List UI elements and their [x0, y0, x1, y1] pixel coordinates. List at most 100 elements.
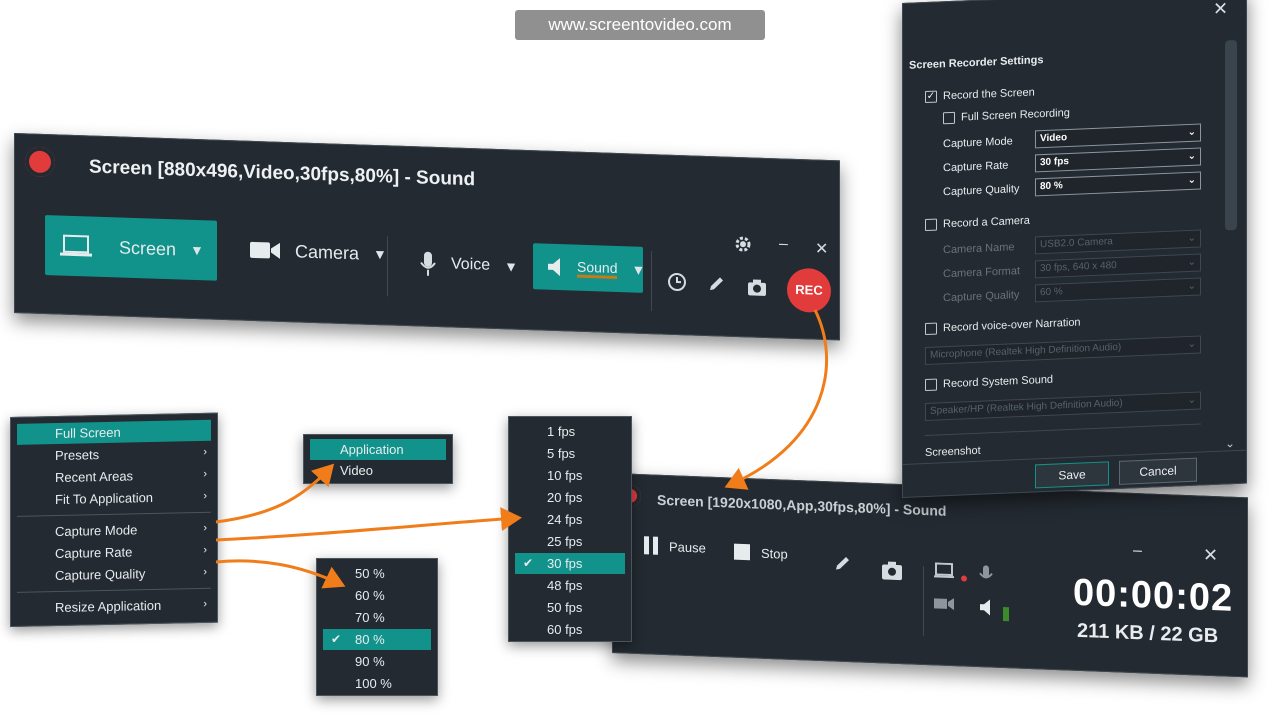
camera-name-select[interactable]: USB2.0 Camera ⌄	[1035, 229, 1201, 255]
recording-toolbar: Screen [1920x1080,App,30fps,80%] - Sound…	[612, 473, 1248, 678]
arrow-to-capture-rate-icon	[215, 507, 522, 542]
menu-item-90-percent[interactable]: 90 %	[323, 651, 431, 672]
chevron-down-icon[interactable]: ▼	[631, 261, 645, 277]
capture-mode-submenu: Application ✔ Video	[303, 434, 453, 484]
pause-button[interactable]: Pause	[643, 535, 706, 557]
voice-device-select[interactable]: Microphone (Realtek High Definition Audi…	[925, 335, 1201, 366]
sound-level-indicator	[1003, 607, 1009, 622]
rec-button[interactable]: REC	[787, 267, 831, 314]
menu-item-30-fps[interactable]: ✔ 30 fps	[515, 553, 625, 574]
sound-label: Sound	[577, 258, 618, 279]
close-icon[interactable]: ✕	[815, 239, 828, 259]
menu-item-50-percent[interactable]: 50 %	[323, 563, 431, 584]
menu-item-recent-areas[interactable]: Recent Areas ›	[17, 464, 211, 489]
record-camera-checkbox[interactable]: Record a Camera	[925, 215, 1030, 232]
camera-format-select[interactable]: 30 fps, 640 x 480 ⌄	[1035, 253, 1201, 279]
chevron-down-icon: ⌄	[1187, 394, 1196, 407]
menu-item-25-fps[interactable]: 25 fps	[515, 531, 625, 552]
menu-item-application[interactable]: Application	[310, 439, 446, 460]
capture-mode-select[interactable]: Video ⌄	[1035, 123, 1201, 149]
minimize-icon[interactable]: –	[779, 235, 788, 253]
menu-item-resize-application[interactable]: Resize Application ›	[17, 594, 211, 619]
menu-item-presets[interactable]: Presets ›	[17, 442, 211, 467]
screen-mode-button[interactable]: Screen ▼	[45, 215, 217, 281]
speaker-icon	[547, 257, 563, 278]
menu-item-full-screen[interactable]: Full Screen	[17, 419, 211, 445]
menu-item-fit-to-application[interactable]: Fit To Application ›	[17, 486, 211, 511]
capture-rate-label: Capture Rate	[943, 159, 1009, 175]
menu-item-60-percent[interactable]: 60 %	[323, 585, 431, 606]
chevron-right-icon: ›	[203, 597, 207, 610]
menu-item-80-percent[interactable]: ✔ 80 %	[323, 629, 431, 650]
menu-divider	[17, 511, 211, 517]
chevron-down-icon: ⌄	[1187, 256, 1196, 269]
camera-snapshot-icon[interactable]	[881, 560, 903, 581]
menu-item-1-fps[interactable]: 1 fps	[515, 421, 625, 442]
sound-mode-button[interactable]: Sound ▼	[533, 243, 645, 293]
sound-device-select[interactable]: Speaker/HP (Realtek High Definition Audi…	[925, 391, 1201, 422]
voice-mode-button[interactable]: Voice ▼	[405, 235, 525, 295]
close-icon[interactable]: ✕	[1213, 0, 1228, 20]
camera-quality-label: Capture Quality	[943, 289, 1020, 305]
stop-button[interactable]: Stop	[733, 543, 788, 563]
chevron-down-icon[interactable]: ▼	[373, 246, 387, 262]
chevron-down-icon[interactable]: ▼	[504, 258, 518, 274]
menu-item-48-fps[interactable]: 48 fps	[515, 575, 625, 596]
menu-item-20-fps[interactable]: 20 fps	[515, 487, 625, 508]
menu-item-video[interactable]: ✔ Video	[310, 460, 446, 481]
capture-mode-label: Capture Mode	[943, 135, 1013, 151]
pencil-icon[interactable]	[707, 275, 725, 294]
close-icon[interactable]: ✕	[1203, 545, 1218, 567]
chevron-right-icon: ›	[203, 467, 207, 480]
scrollbar[interactable]	[1225, 39, 1237, 231]
menu-item-capture-rate[interactable]: Capture Rate ›	[17, 540, 211, 565]
menu-item-5-fps[interactable]: 5 fps	[515, 443, 625, 464]
scroll-down-icon[interactable]: ⌄	[1225, 436, 1235, 450]
clock-icon[interactable]	[667, 272, 687, 293]
stop-label: Stop	[761, 545, 788, 562]
settings-dialog: ✕ Screen Recorder Settings ✓ Record the …	[902, 0, 1247, 498]
checkbox-checked-icon: ✓	[925, 90, 937, 104]
menu-divider	[17, 587, 211, 593]
pencil-icon[interactable]	[833, 554, 851, 573]
website-badge: www.screentovideo.com	[515, 10, 765, 40]
menu-item-10-fps[interactable]: 10 fps	[515, 465, 625, 486]
pause-icon	[643, 535, 659, 556]
chevron-down-icon[interactable]: ▼	[190, 242, 204, 258]
capture-rate-submenu: 1 fps 5 fps 10 fps 20 fps 24 fps 25 fps …	[508, 416, 632, 642]
menu-item-capture-quality[interactable]: Capture Quality ›	[17, 562, 211, 587]
camera-mode-button[interactable]: Camera ▼	[235, 221, 387, 282]
chevron-right-icon: ›	[203, 521, 207, 534]
menu-item-100-percent[interactable]: 100 %	[323, 673, 431, 694]
chevron-down-icon: ⌄	[1187, 232, 1196, 245]
screenshot-label: Screenshot	[925, 444, 981, 460]
divider	[923, 565, 924, 636]
camera-quality-select[interactable]: 60 % ⌄	[1035, 277, 1201, 303]
capture-quality-select[interactable]: 80 % ⌄	[1035, 171, 1201, 197]
full-screen-checkbox[interactable]: Full Screen Recording	[943, 107, 1070, 125]
menu-item-50-fps[interactable]: 50 fps	[515, 597, 625, 618]
camera-snapshot-icon[interactable]	[747, 278, 767, 297]
settings-gear-icon[interactable]	[733, 234, 753, 255]
app-logo-icon	[25, 146, 55, 178]
divider	[651, 251, 652, 312]
record-screen-checkbox[interactable]: ✓ Record the Screen	[925, 86, 1035, 104]
cancel-button[interactable]: Cancel	[1119, 457, 1197, 485]
record-voice-checkbox[interactable]: Record voice-over Narration	[925, 317, 1081, 336]
chevron-right-icon: ›	[203, 543, 207, 556]
pause-label: Pause	[669, 538, 706, 556]
voice-label: Voice	[451, 255, 491, 274]
menu-item-24-fps[interactable]: 24 fps	[515, 509, 625, 530]
save-button[interactable]: Save	[1035, 461, 1109, 489]
recorder-title: Screen [880x496,Video,30fps,80%] - Sound	[89, 156, 476, 191]
record-sound-checkbox[interactable]: Record System Sound	[925, 374, 1053, 392]
menu-item-70-percent[interactable]: 70 %	[323, 607, 431, 628]
menu-item-60-fps[interactable]: 60 fps	[515, 619, 625, 640]
laptop-status-icon	[933, 562, 955, 579]
menu-item-capture-mode[interactable]: Capture Mode ›	[17, 518, 211, 543]
minimize-icon[interactable]: –	[1133, 542, 1142, 560]
settings-title: Screen Recorder Settings	[909, 54, 1044, 72]
chevron-down-icon: ⌄	[1187, 280, 1196, 293]
record-screen-label: Record the Screen	[943, 86, 1035, 103]
capture-rate-select[interactable]: 30 fps ⌄	[1035, 147, 1201, 173]
